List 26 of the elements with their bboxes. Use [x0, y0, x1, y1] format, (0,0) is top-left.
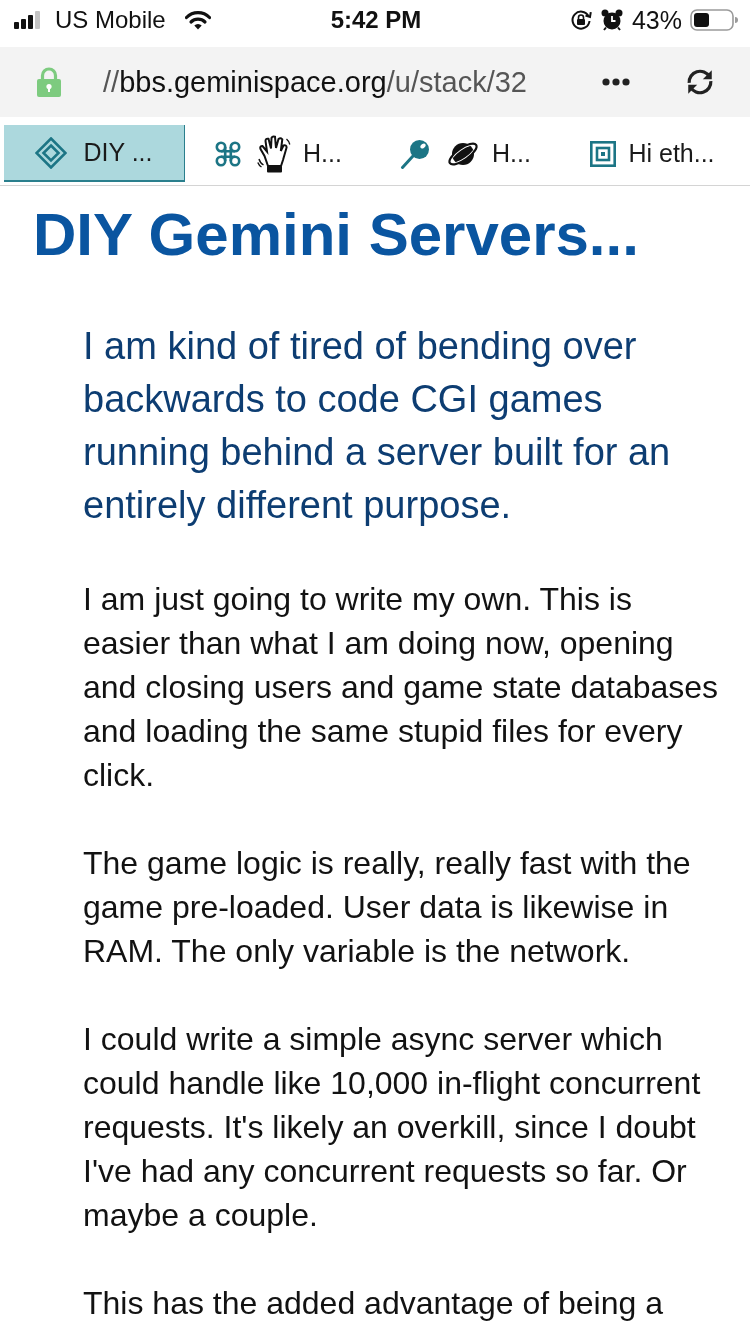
battery-icon	[690, 9, 738, 31]
waving-hand-icon	[257, 134, 292, 173]
tab[interactable]: H...	[185, 125, 372, 182]
url-field[interactable]: //bbs.geminispace.org/u/stack/32	[103, 64, 602, 100]
tab[interactable]: H...	[372, 125, 559, 182]
nested-squares-icon	[590, 140, 617, 167]
body-paragraph: The game logic is really, really fast with the game pre-loaded. User data is likewise in RAM. The only variable is the network.	[83, 844, 692, 971]
alarm-clock-icon	[600, 9, 623, 31]
quote-paragraph: I am kind of tired of bending over backwards to code CGI games running behind a server built for an entirely different purpose.	[83, 324, 672, 528]
battery-percentage: 43%	[631, 6, 682, 34]
status-time: 5:42 PM	[330, 6, 422, 34]
body-paragraph: This has the added advantage of being a	[83, 1284, 664, 1323]
lock-icon	[37, 67, 61, 97]
more-icon[interactable]	[602, 78, 630, 86]
carrier-name: US Mobile	[55, 6, 166, 34]
tab[interactable]: DIY ...	[4, 125, 185, 182]
pushpin-icon	[400, 138, 431, 169]
diamond-icon	[35, 136, 68, 169]
command-icon	[215, 140, 242, 167]
body-paragraph: I am just going to write my own. This is easier than what I am doing now, opening and closing users and game state databases and loading the same stupid files for every click.	[83, 580, 720, 795]
page-title: DIY Gemini Servers...	[33, 200, 640, 270]
tab[interactable]: Hi eth...	[559, 125, 746, 182]
body-paragraph: I could write a simple async server which could handle like 10,000 in-flight concurrent requests. It's likely an overkill, since I doubt I've had any concurrent requests so far. Or maybe a couple.	[83, 1020, 702, 1235]
rotation-lock-icon	[569, 9, 592, 31]
wifi-icon	[184, 10, 211, 30]
signal-icon	[14, 11, 41, 29]
